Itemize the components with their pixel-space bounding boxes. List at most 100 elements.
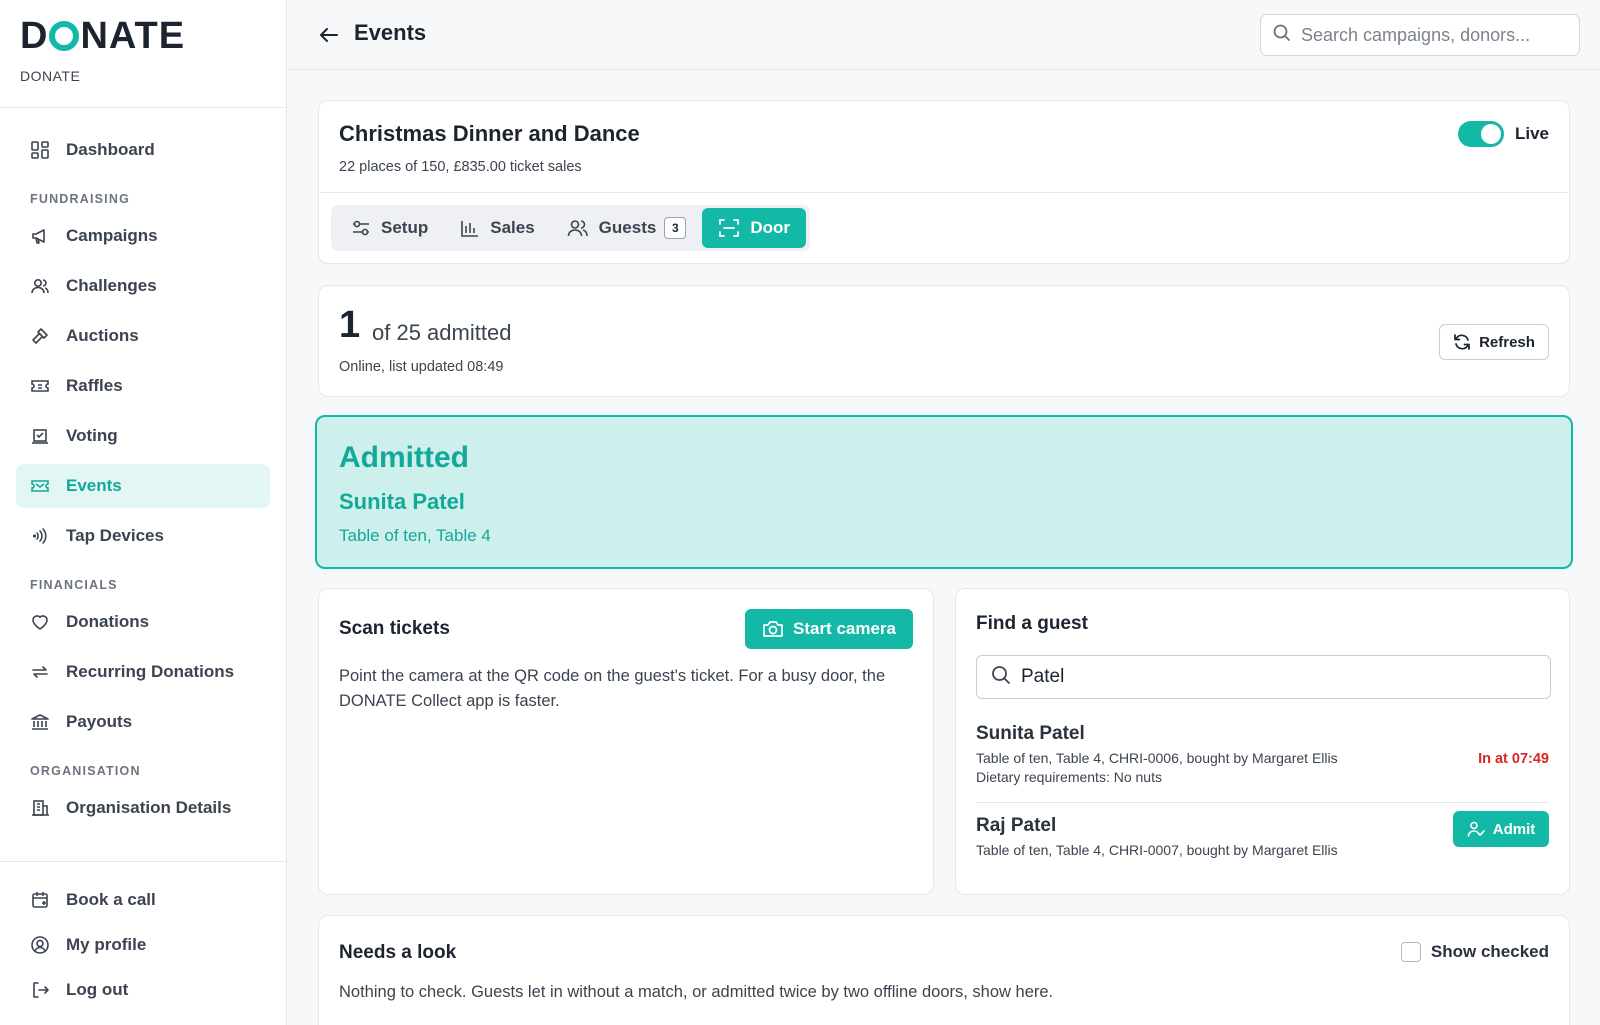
top-bar: Events (288, 0, 1600, 70)
scan-instructions: Point the camera at the QR code on the g… (339, 667, 886, 710)
start-camera-label: Start camera (792, 619, 896, 638)
logo[interactable]: D NATE (20, 15, 286, 57)
guest-result-row[interactable]: Sunita Patel Table of ten, Table 4, CHRI… (976, 723, 1549, 803)
live-toggle-group: Live (1457, 121, 1549, 147)
sync-status: Online, list updated 08:49 (339, 359, 504, 375)
guests-count-badge: 3 (664, 217, 687, 239)
search-icon (991, 665, 1011, 690)
needs-a-look-card: Needs a look Show checked Nothing to che… (318, 915, 1570, 1025)
sidebar-item-campaigns[interactable]: Campaigns (16, 214, 270, 258)
admit-button[interactable]: Admit (1453, 811, 1549, 847)
guest-search[interactable] (976, 655, 1551, 699)
tab-setup[interactable]: Setup (335, 208, 444, 248)
ticket-icon (30, 376, 50, 396)
sidebar-item-my-profile[interactable]: My profile (16, 925, 270, 965)
logout-icon (30, 980, 50, 1000)
sidebar-item-dashboard[interactable]: Dashboard (16, 128, 270, 172)
start-camera-button[interactable]: Start camera (745, 609, 913, 649)
scan-tickets-card: Scan tickets Start camera Point the came… (318, 588, 934, 895)
tab-guests[interactable]: Guests 3 (551, 208, 703, 248)
user-check-icon (1467, 820, 1485, 838)
scan-title: Scan tickets (339, 618, 450, 639)
guest-dietary: Dietary requirements: No nuts (976, 769, 1162, 785)
admission-result-banner: Admitted Sunita Patel Table of ten, Tabl… (315, 415, 1573, 569)
tab-label: Sales (490, 218, 535, 237)
sidebar-item-auctions[interactable]: Auctions (16, 314, 270, 358)
sidebar-item-recurring-donations[interactable]: Recurring Donations (16, 650, 270, 694)
heart-icon (30, 612, 50, 632)
live-toggle[interactable] (1457, 121, 1504, 147)
section-label-financials: FINANCIALS (30, 578, 118, 592)
page-title: Events (354, 20, 427, 45)
divider (319, 192, 1569, 193)
sidebar: D NATE DONATE Dashboard FUNDRAISING Campa… (0, 0, 287, 1025)
calendar-icon (30, 890, 50, 910)
sliders-icon (351, 218, 371, 238)
show-checked-toggle[interactable]: Show checked (1400, 942, 1549, 962)
sidebar-item-label: Challenges (66, 276, 157, 295)
bank-icon (30, 712, 50, 732)
global-search[interactable] (1260, 14, 1580, 56)
sidebar-item-label: Recurring Donations (66, 662, 235, 681)
search-icon (1273, 24, 1291, 47)
sidebar-item-events[interactable]: Events (16, 464, 270, 508)
event-ticket-icon (30, 476, 50, 496)
sidebar-item-voting[interactable]: Voting (16, 414, 270, 458)
sidebar-item-payouts[interactable]: Payouts (16, 700, 270, 744)
dashboard-icon (30, 140, 50, 160)
guest-ticket-details: Table of ten, Table 4, CHRI-0006, bought… (976, 750, 1338, 766)
sidebar-item-organisation-details[interactable]: Organisation Details (16, 786, 270, 830)
tab-door[interactable]: Door (702, 208, 806, 248)
bar-chart-icon (460, 218, 480, 238)
sidebar-item-label: Log out (66, 980, 129, 999)
event-summary: 22 places of 150, £835.00 ticket sales (339, 159, 582, 175)
tab-sales[interactable]: Sales (444, 208, 550, 248)
sidebar-footer: Book a call My profile Log out (0, 861, 286, 1025)
show-checked-checkbox[interactable] (1400, 942, 1421, 962)
checked-in-status: In at 07:49 (1478, 751, 1549, 767)
sidebar-item-label: Auctions (66, 326, 139, 345)
event-title: Christmas Dinner and Dance (339, 121, 640, 146)
search-input[interactable] (1301, 24, 1571, 46)
sidebar-item-label: Tap Devices (66, 526, 164, 545)
admit-label: Admit (1492, 820, 1536, 838)
show-checked-label: Show checked (1430, 942, 1549, 961)
result-guest-name: Sunita Patel (339, 489, 465, 514)
sidebar-nav: Dashboard FUNDRAISING Campaigns Challeng… (0, 108, 286, 830)
sidebar-item-donations[interactable]: Donations (16, 600, 270, 644)
refresh-label: Refresh (1479, 333, 1535, 351)
sidebar-item-book-a-call[interactable]: Book a call (16, 880, 270, 920)
tab-label: Setup (381, 218, 429, 237)
organisation-name: DONATE (20, 68, 81, 84)
sidebar-item-tap-devices[interactable]: Tap Devices (16, 514, 270, 558)
guest-search-input[interactable] (1021, 666, 1521, 688)
refresh-button[interactable]: Refresh (1439, 324, 1549, 360)
sidebar-item-label: Payouts (66, 712, 133, 731)
sidebar-item-label: Book a call (66, 890, 156, 909)
brand: D NATE DONATE (0, 0, 286, 108)
admitted-count-card: 1 of 25 admitted Online, list updated 08… (318, 285, 1570, 397)
needs-look-title: Needs a look (339, 942, 457, 963)
sidebar-item-label: Organisation Details (66, 798, 232, 817)
sidebar-item-log-out[interactable]: Log out (16, 970, 270, 1010)
event-card: Christmas Dinner and Dance 22 places of … (318, 100, 1570, 264)
find-guest-card: Find a guest Sunita Patel Table of ten, … (955, 588, 1570, 895)
find-title: Find a guest (976, 613, 1088, 634)
user-circle-icon (30, 935, 50, 955)
guests-icon (567, 218, 589, 238)
scan-icon (718, 217, 740, 239)
sidebar-item-raffles[interactable]: Raffles (16, 364, 270, 408)
needs-look-empty-text: Nothing to check. Guests let in without … (339, 983, 1054, 1001)
result-title: Admitted (339, 441, 469, 474)
section-label-organisation: ORGANISATION (30, 764, 141, 778)
sidebar-item-label: Raffles (66, 376, 123, 395)
contactless-icon (30, 526, 50, 546)
sidebar-item-label: Voting (66, 426, 118, 445)
sidebar-item-challenges[interactable]: Challenges (16, 264, 270, 308)
back-arrow-icon[interactable] (316, 22, 342, 48)
sidebar-item-label: Events (66, 476, 122, 495)
live-label: Live (1514, 124, 1549, 143)
result-table: Table of ten, Table 4 (339, 526, 491, 545)
guest-result-row[interactable]: Raj Patel Table of ten, Table 4, CHRI-00… (976, 811, 1549, 875)
admitted-total: of 25 admitted (372, 320, 512, 345)
